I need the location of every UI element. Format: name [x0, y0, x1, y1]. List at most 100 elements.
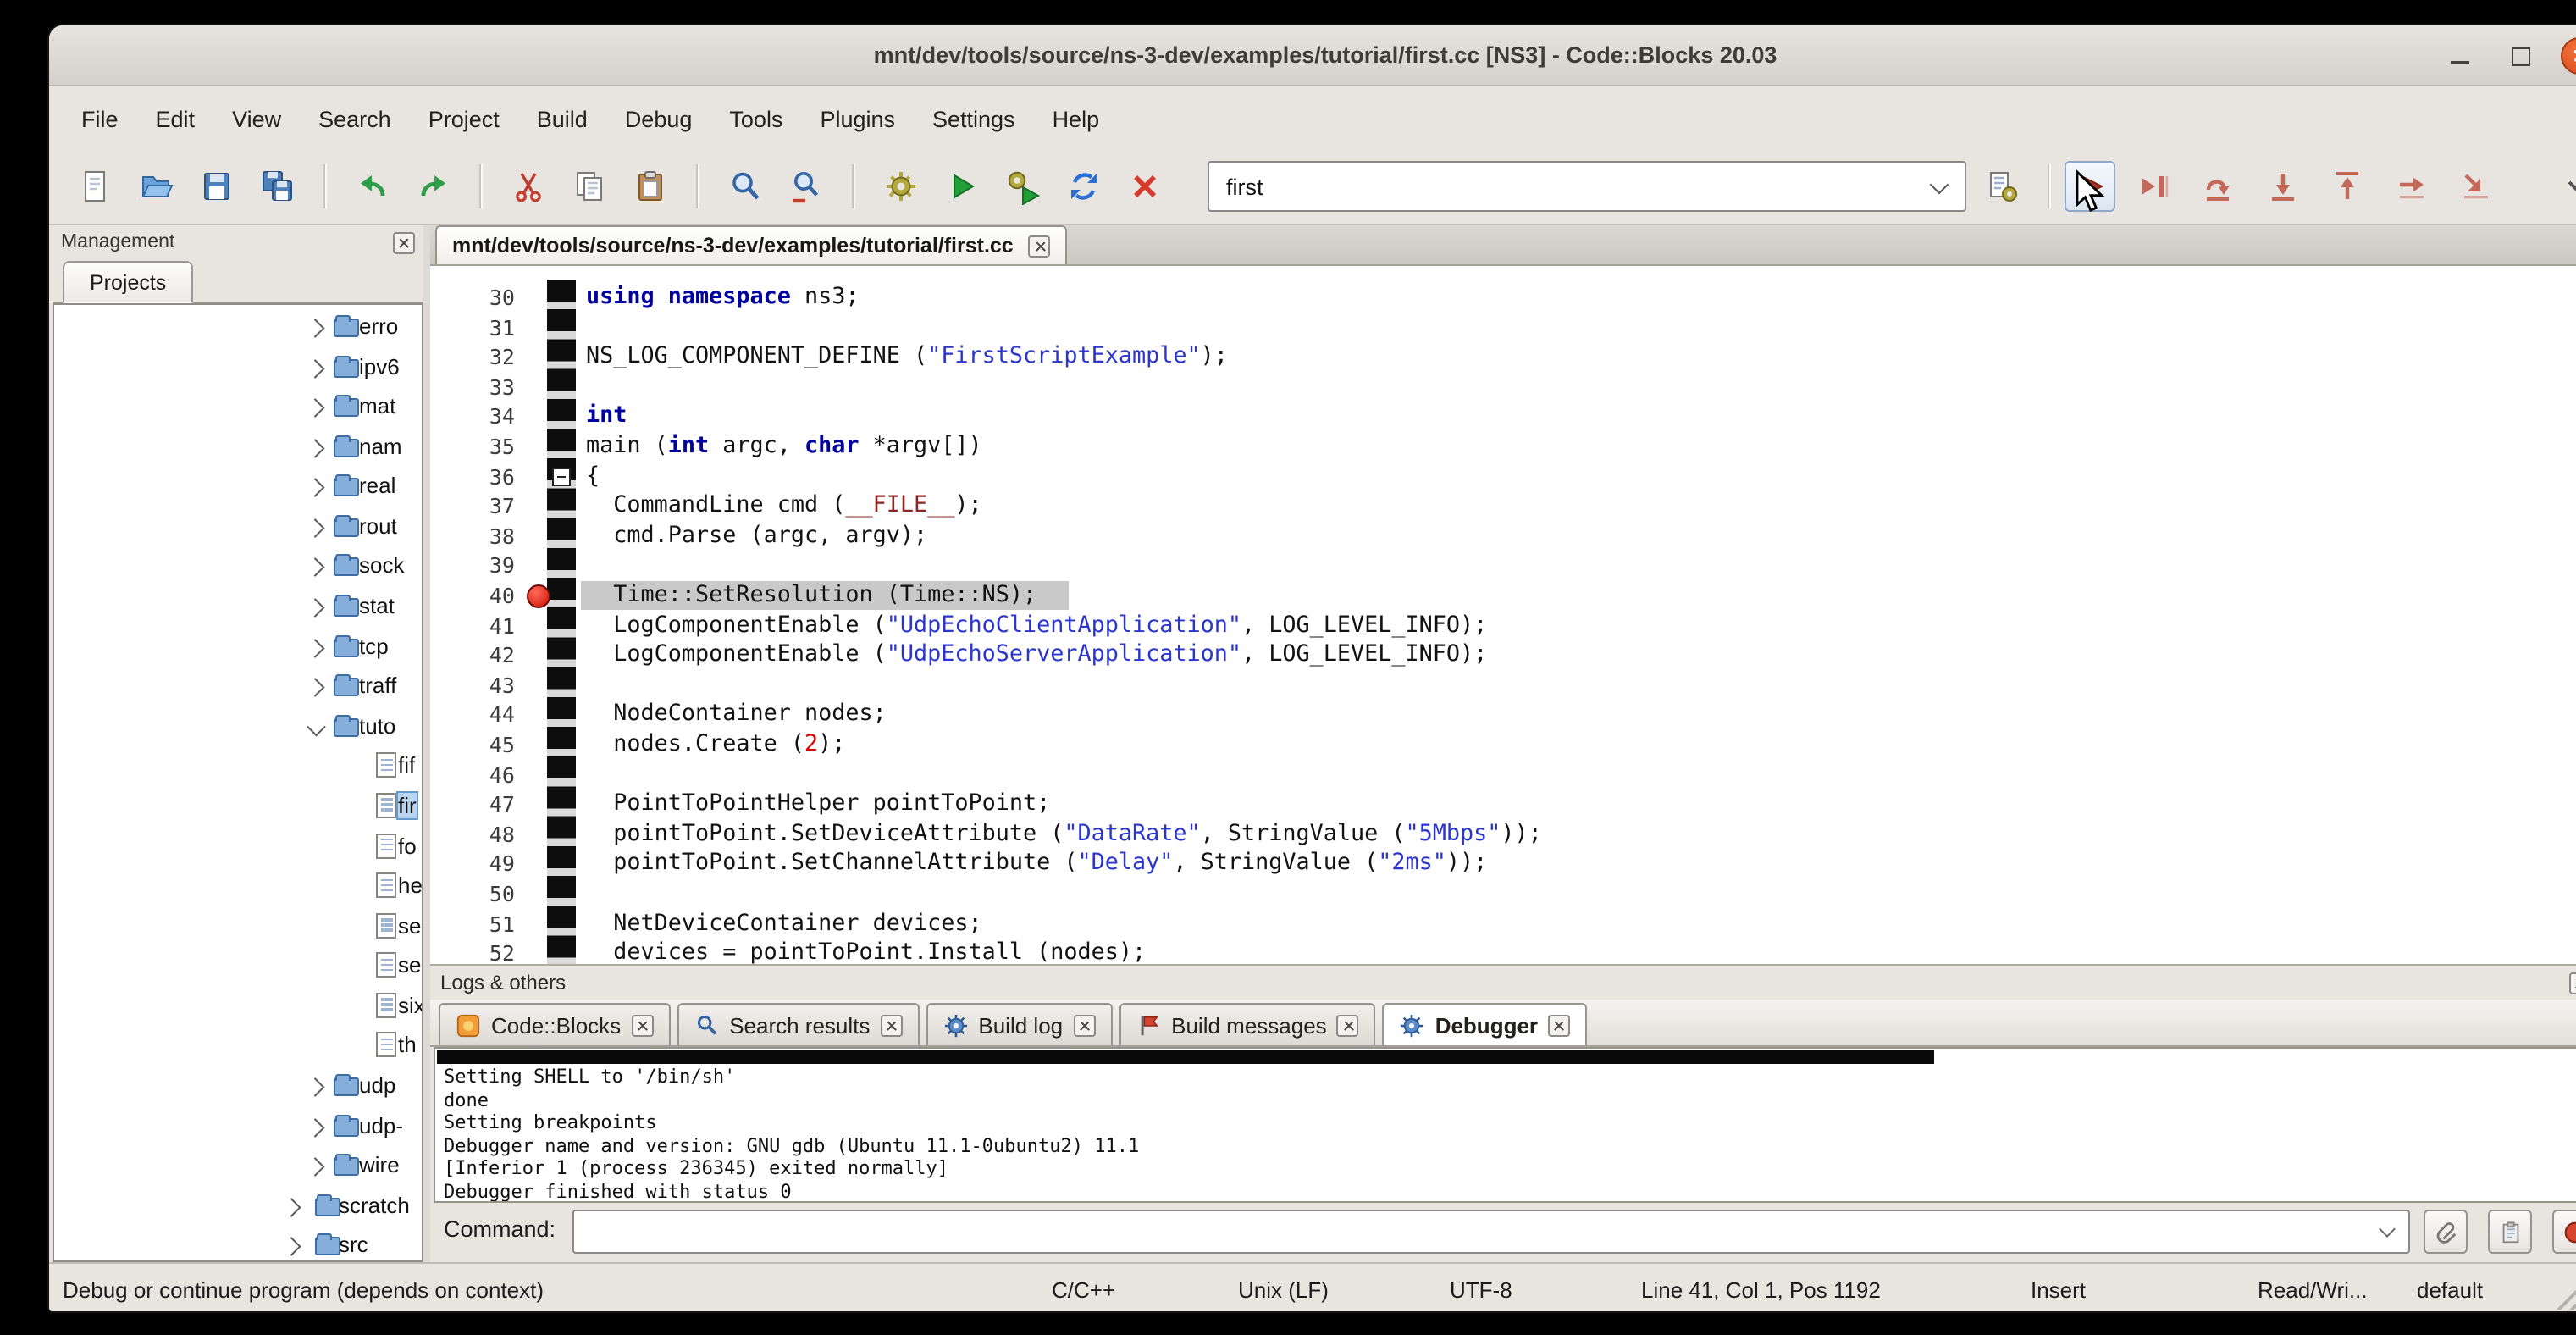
logs-close-button[interactable]: [2569, 972, 2576, 994]
tab-close-button[interactable]: [631, 1014, 653, 1036]
tree-item-se[interactable]: se: [54, 948, 422, 985]
tree-item-scratch[interactable]: scratch: [54, 1188, 422, 1225]
step-into-instruction-button[interactable]: [2451, 161, 2501, 212]
expand-icon[interactable]: [308, 440, 323, 455]
tab-debugger[interactable]: Debugger: [1383, 1003, 1587, 1045]
tab-search-results[interactable]: Search results: [677, 1003, 919, 1045]
chevron-down-icon[interactable]: [1930, 175, 1949, 195]
maximize-button[interactable]: [2501, 37, 2539, 75]
build-and-run-button[interactable]: [998, 161, 1048, 212]
tree-item-sock[interactable]: sock: [54, 548, 422, 585]
expand-icon[interactable]: [308, 400, 323, 415]
step-out-button[interactable]: [2322, 161, 2373, 212]
expand-icon[interactable]: [285, 1199, 300, 1215]
paste-button[interactable]: [625, 161, 676, 212]
open-file-button[interactable]: [130, 161, 181, 212]
tree-item-traff[interactable]: traff: [54, 668, 422, 705]
menu-plugins[interactable]: Plugins: [801, 86, 914, 151]
expand-icon[interactable]: [308, 520, 323, 535]
compile-current-file-button[interactable]: [1976, 161, 2027, 212]
tab-close-button[interactable]: [1073, 1014, 1095, 1036]
tab-close-button[interactable]: [1548, 1014, 1570, 1036]
command-combo[interactable]: [572, 1210, 2410, 1254]
tree-item-ipv6[interactable]: ipv6: [54, 348, 422, 385]
attach-button[interactable]: [2424, 1210, 2468, 1254]
expand-icon[interactable]: [308, 640, 323, 655]
tree-item-fir[interactable]: fir: [54, 788, 422, 825]
expand-icon[interactable]: [308, 1159, 323, 1174]
cut-button[interactable]: [503, 161, 554, 212]
tree-item-wire[interactable]: wire: [54, 1147, 422, 1184]
tree-item-nam[interactable]: nam: [54, 428, 422, 465]
tree-item-fif[interactable]: fif: [54, 748, 422, 785]
tree-item-src[interactable]: src: [54, 1227, 422, 1262]
tree-item-real[interactable]: real: [54, 468, 422, 506]
tree-item-six[interactable]: six: [54, 988, 422, 1025]
expand-icon[interactable]: [308, 1119, 323, 1134]
expand-icon[interactable]: [308, 600, 323, 615]
tree-item-fo[interactable]: fo: [54, 828, 422, 865]
tree-item-mat[interactable]: mat: [54, 388, 422, 425]
expand-icon[interactable]: [308, 480, 323, 496]
expand-icon[interactable]: [308, 679, 323, 695]
undo-button[interactable]: [347, 161, 398, 212]
management-close-button[interactable]: [393, 231, 415, 253]
menu-build[interactable]: Build: [518, 86, 606, 151]
tab-build-log[interactable]: Build log: [926, 1003, 1112, 1045]
build-target-combo[interactable]: [1208, 161, 1966, 212]
tab-close-button[interactable]: [1337, 1014, 1359, 1036]
menu-tools[interactable]: Tools: [710, 86, 801, 151]
build-target-input[interactable]: [1209, 163, 1910, 210]
editor-tab-close-button[interactable]: [1029, 235, 1051, 257]
step-into-button[interactable]: [2258, 161, 2308, 212]
code-area[interactable]: using namespace ns3;NS_LOG_COMPONENT_DEF…: [586, 266, 2576, 964]
breakpoint-marker[interactable]: [527, 584, 550, 607]
replace-button[interactable]: [781, 161, 832, 212]
menu-debug[interactable]: Debug: [606, 86, 711, 151]
title-bar[interactable]: mnt/dev/tools/source/ns-3-dev/examples/t…: [49, 25, 2576, 86]
run-button[interactable]: [937, 161, 987, 212]
fold-marker[interactable]: [552, 467, 571, 485]
log-selected-row[interactable]: [437, 1050, 1934, 1064]
tree-item-rout[interactable]: rout: [54, 508, 422, 546]
build-button[interactable]: [876, 161, 926, 212]
panel-splitter[interactable]: [423, 225, 430, 1262]
tree-item-udp-[interactable]: udp-: [54, 1107, 422, 1144]
tab-code-blocks[interactable]: Code::Blocks: [439, 1003, 670, 1045]
copy-button[interactable]: [564, 161, 615, 212]
tab-projects[interactable]: Projects: [63, 261, 193, 303]
tree-item-tcp[interactable]: tcp: [54, 628, 422, 665]
expand-icon[interactable]: [308, 320, 323, 335]
expand-icon[interactable]: [308, 560, 323, 575]
tree-item-th[interactable]: th: [54, 1028, 422, 1065]
breakpoint-margin[interactable]: [547, 280, 576, 964]
next-instruction-button[interactable]: [2386, 161, 2437, 212]
save-file-button[interactable]: [191, 161, 242, 212]
tree-item-he[interactable]: he: [54, 867, 422, 905]
debugger-command-input[interactable]: [574, 1211, 2363, 1252]
menu-search[interactable]: Search: [300, 86, 410, 151]
resize-grip[interactable]: [2552, 1266, 2576, 1310]
collapse-icon[interactable]: [308, 720, 323, 735]
copy-log-button[interactable]: [2488, 1210, 2532, 1254]
menu-edit[interactable]: Edit: [137, 86, 214, 151]
tree-item-se[interactable]: se: [54, 907, 422, 944]
run-to-cursor-button[interactable]: [2129, 161, 2180, 212]
rebuild-button[interactable]: [1059, 161, 1109, 212]
expand-icon[interactable]: [285, 1239, 300, 1255]
tree-item-erro[interactable]: erro: [54, 308, 422, 346]
close-button[interactable]: [2561, 37, 2576, 75]
code-editor[interactable]: 3031323334353637383940414243444546474849…: [430, 266, 2576, 964]
new-file-button[interactable]: [69, 161, 120, 212]
expand-icon[interactable]: [308, 360, 323, 375]
redo-button[interactable]: [408, 161, 459, 212]
menu-help[interactable]: Help: [1034, 86, 1119, 151]
menu-project[interactable]: Project: [410, 86, 518, 151]
tab-build-messages[interactable]: Build messages: [1119, 1003, 1376, 1045]
tree-item-udp[interactable]: udp: [54, 1067, 422, 1105]
menu-settings[interactable]: Settings: [914, 86, 1034, 151]
menu-view[interactable]: View: [213, 86, 300, 151]
next-line-button[interactable]: [2193, 161, 2244, 212]
chevron-down-icon[interactable]: [2379, 1221, 2396, 1238]
abort-build-button[interactable]: [1119, 161, 1170, 212]
